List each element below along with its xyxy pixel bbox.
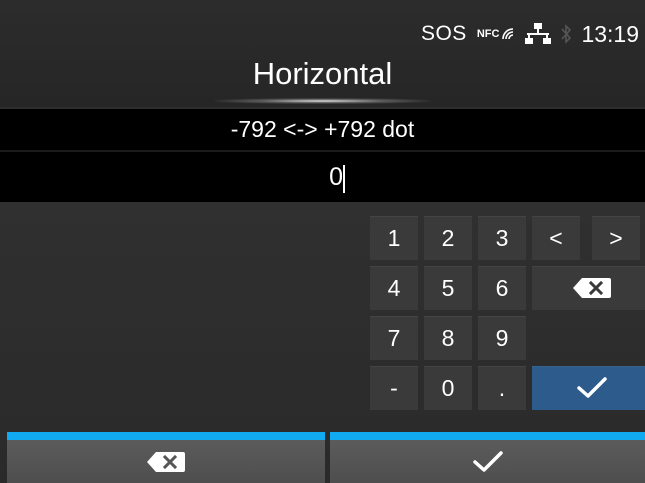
- key-8[interactable]: 8: [424, 316, 472, 360]
- confirm-key[interactable]: [532, 366, 645, 410]
- check-icon: [577, 377, 607, 398]
- network-icon: [525, 23, 552, 44]
- sos-indicator: SOS: [420, 22, 467, 45]
- key-5[interactable]: 5: [424, 266, 472, 310]
- key-3[interactable]: 3: [478, 216, 526, 260]
- status-bar: SOS NFC 13:19: [421, 20, 639, 48]
- key-4[interactable]: 4: [370, 266, 418, 310]
- key-1[interactable]: 1: [370, 216, 418, 260]
- key-0[interactable]: 0: [424, 366, 472, 410]
- nfc-wave-icon: [502, 28, 514, 40]
- range-label: -792 <-> +792 dot: [0, 109, 645, 150]
- cancel-button[interactable]: [7, 432, 325, 483]
- key-6[interactable]: 6: [478, 266, 526, 310]
- cursor-right-key[interactable]: >: [592, 216, 640, 260]
- button-accent: [330, 432, 645, 440]
- page-title: Horizontal: [252, 56, 393, 91]
- value-text: 0: [329, 163, 343, 191]
- key-2[interactable]: 2: [424, 216, 472, 260]
- key-7[interactable]: 7: [370, 316, 418, 360]
- value-input[interactable]: 0: [0, 152, 645, 202]
- backspace-icon: [147, 451, 185, 472]
- text-cursor: [343, 165, 345, 193]
- backspace-icon: [573, 278, 611, 298]
- title-underline: [215, 98, 430, 104]
- nfc-icon: NFC: [477, 27, 516, 41]
- key-9[interactable]: 9: [478, 316, 526, 360]
- ok-button[interactable]: [330, 432, 645, 483]
- check-icon: [472, 450, 503, 472]
- nfc-label: NFC: [476, 28, 500, 40]
- printer-screen: SOS NFC 13:19 Horizontal -792 <-> +792 d…: [0, 0, 645, 483]
- header: SOS NFC 13:19 Horizontal: [0, 0, 645, 107]
- clock: 13:19: [581, 20, 639, 47]
- minus-key[interactable]: -: [370, 366, 418, 410]
- backspace-key[interactable]: [532, 266, 645, 310]
- decimal-key[interactable]: .: [478, 366, 526, 410]
- bluetooth-icon: [561, 24, 572, 44]
- cursor-left-key[interactable]: <: [532, 216, 580, 260]
- bottom-bar: [0, 432, 645, 483]
- button-accent: [7, 432, 325, 440]
